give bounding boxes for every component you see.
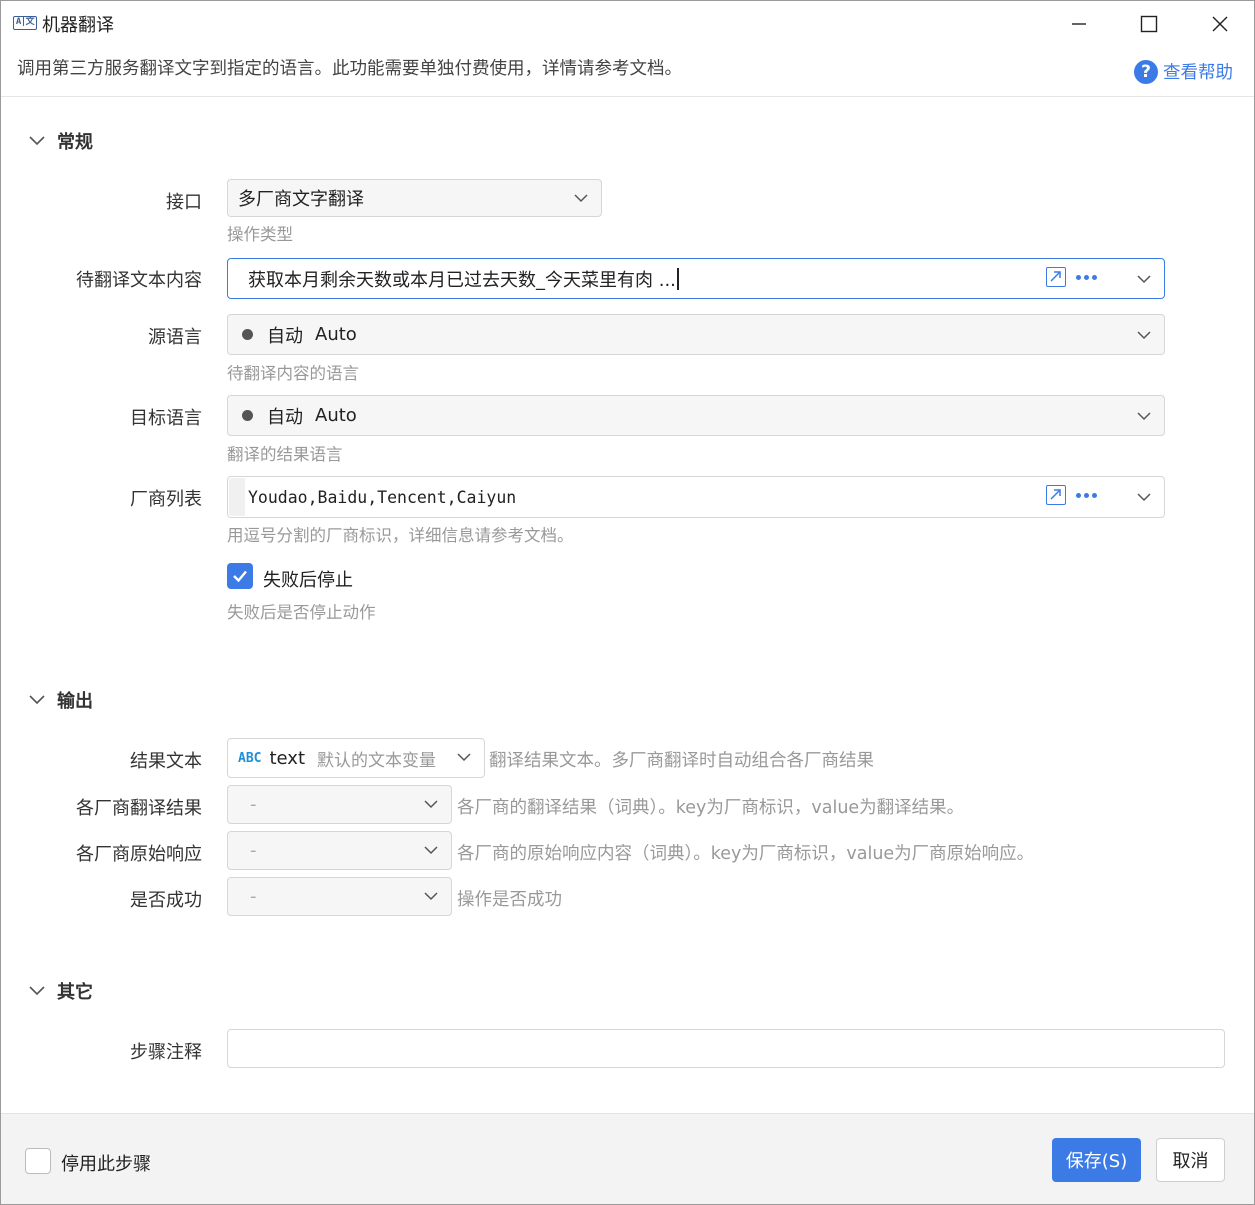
stop-on-fail-checkbox[interactable] <box>227 563 253 589</box>
result-text-variable-select[interactable]: ABC text 默认的文本变量 <box>227 738 485 778</box>
section-general-header[interactable]: 常规 <box>29 128 93 154</box>
vendors-input[interactable]: Youdao,Baidu,Tencent,Caiyun <box>227 476 1165 518</box>
chevron-down-icon[interactable] <box>1137 269 1151 289</box>
vendor-raw-value: - <box>250 840 257 861</box>
source-lang-select[interactable]: 自动 Auto <box>227 314 1165 355</box>
target-lang-label: 目标语言 <box>130 408 202 429</box>
help-link[interactable]: ? 查看帮助 <box>1134 59 1233 84</box>
vendor-results-hint: 各厂商的翻译结果（词典）。key为厂商标识，value为翻译结果。 <box>457 798 965 818</box>
save-button[interactable]: 保存(S) <box>1052 1138 1141 1182</box>
stop-on-fail-hint: 失败后是否停止动作 <box>227 603 376 622</box>
target-lang-value: 自动 <box>267 406 303 428</box>
chevron-down-icon <box>457 753 471 762</box>
interface-label: 接口 <box>166 192 202 213</box>
interface-hint: 操作类型 <box>227 225 293 244</box>
chevron-down-icon <box>29 695 45 705</box>
result-text-hint: 翻译结果文本。多厂商翻译时自动组合各厂商结果 <box>489 751 874 771</box>
title-bar: A|文 机器翻译 <box>1 1 1254 45</box>
help-link-label: 查看帮助 <box>1163 63 1233 83</box>
window-title: 机器翻译 <box>42 15 114 36</box>
interface-select[interactable]: 多厂商文字翻译 <box>227 179 602 217</box>
result-text-var-name: text <box>269 747 306 769</box>
minimize-button[interactable] <box>1059 7 1099 41</box>
section-output-header[interactable]: 输出 <box>29 687 93 713</box>
interface-value: 多厂商文字翻译 <box>238 189 364 210</box>
chevron-down-icon <box>424 846 438 855</box>
maximize-icon <box>1140 15 1158 33</box>
source-lang-hint: 待翻译内容的语言 <box>227 364 359 383</box>
step-note-label: 步骤注释 <box>130 1042 202 1063</box>
dialog-description: 调用第三方服务翻译文字到指定的语言。此功能需要单独付费使用，详情请参考文档。 <box>17 59 682 79</box>
disable-step-checkbox[interactable] <box>25 1148 51 1174</box>
target-lang-sub: Auto <box>315 405 357 426</box>
vendor-raw-select[interactable]: - <box>227 831 452 870</box>
success-value: - <box>250 886 257 907</box>
dialog-window: A|文 机器翻译 调用第三方服务翻译文字到指定的语言。此功能需要单独付费使用，详… <box>0 0 1255 1205</box>
close-button[interactable] <box>1200 7 1240 41</box>
vendor-results-value: - <box>250 794 257 815</box>
more-options-icon[interactable] <box>1076 492 1100 498</box>
maximize-button[interactable] <box>1129 7 1169 41</box>
result-text-var-desc: 默认的文本变量 <box>317 750 437 771</box>
vendor-raw-hint: 各厂商的原始响应内容（词典）。key为厂商标识，value为厂商原始响应。 <box>457 844 1035 864</box>
chevron-down-icon <box>574 194 588 203</box>
source-text-tools <box>1046 267 1100 287</box>
translate-app-icon: A|文 <box>13 16 37 30</box>
source-lang-label: 源语言 <box>148 327 202 348</box>
chevron-down-icon <box>1137 331 1151 340</box>
vendors-hint: 用逗号分割的厂商标识，详细信息请参考文档。 <box>227 526 574 545</box>
close-icon <box>1212 16 1228 32</box>
target-lang-select[interactable]: 自动 Auto <box>227 395 1165 436</box>
chevron-down-icon <box>424 892 438 901</box>
source-lang-value: 自动 <box>267 325 303 347</box>
vendor-results-select[interactable]: - <box>227 785 452 824</box>
input-gutter <box>229 478 245 516</box>
disable-step-label[interactable]: 停用此步骤 <box>61 1150 151 1176</box>
source-lang-sub: Auto <box>315 324 357 345</box>
success-label: 是否成功 <box>130 890 202 911</box>
step-note-input[interactable] <box>227 1029 1225 1068</box>
source-text-value: 获取本月剩余天数或本月已过去天数_今天菜里有肉 ... <box>248 269 676 291</box>
vendors-label: 厂商列表 <box>130 489 202 510</box>
section-general-title: 常规 <box>57 132 93 153</box>
status-dot-icon <box>242 410 253 421</box>
chevron-down-icon[interactable] <box>1137 487 1151 507</box>
source-text-label: 待翻译文本内容 <box>76 270 202 291</box>
success-select[interactable]: - <box>227 877 452 916</box>
source-text-input[interactable]: 获取本月剩余天数或本月已过去天数_今天菜里有肉 ... <box>227 258 1165 299</box>
cancel-button[interactable]: 取消 <box>1156 1138 1225 1182</box>
chevron-down-icon <box>424 800 438 809</box>
section-other-title: 其它 <box>57 982 93 1003</box>
checkmark-icon <box>233 570 247 583</box>
minimize-icon <box>1072 23 1086 25</box>
dialog-footer: 停用此步骤 保存(S) 取消 <box>1 1113 1254 1204</box>
chevron-down-icon <box>29 136 45 146</box>
result-text-label: 结果文本 <box>130 751 202 772</box>
vendors-value: Youdao,Baidu,Tencent,Caiyun <box>248 487 517 507</box>
help-icon: ? <box>1134 59 1158 84</box>
text-cursor <box>676 267 679 290</box>
vendors-tools <box>1046 485 1100 505</box>
more-options-icon[interactable] <box>1076 274 1100 280</box>
chevron-down-icon <box>1137 412 1151 421</box>
text-type-icon: ABC <box>238 750 262 766</box>
stop-on-fail-label[interactable]: 失败后停止 <box>263 566 353 592</box>
vendor-results-label: 各厂商翻译结果 <box>76 798 202 819</box>
vendor-raw-label: 各厂商原始响应 <box>76 844 202 865</box>
header-divider <box>1 96 1254 97</box>
expand-editor-icon[interactable] <box>1046 267 1066 287</box>
target-lang-hint: 翻译的结果语言 <box>227 445 343 464</box>
section-output-title: 输出 <box>57 691 93 712</box>
section-other-header[interactable]: 其它 <box>29 978 93 1004</box>
status-dot-icon <box>242 329 253 340</box>
expand-editor-icon[interactable] <box>1046 485 1066 505</box>
chevron-down-icon <box>29 986 45 996</box>
success-hint: 操作是否成功 <box>457 890 562 910</box>
